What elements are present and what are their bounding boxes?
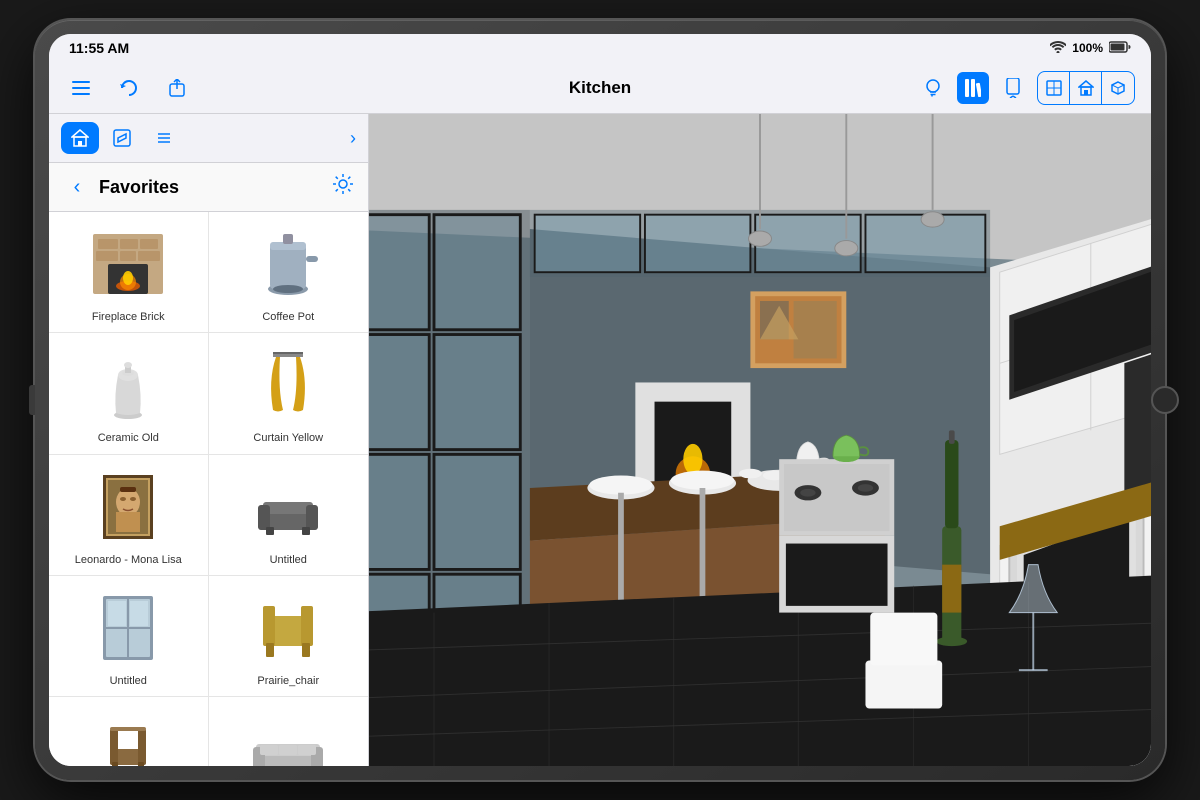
- battery-icon: [1109, 41, 1131, 56]
- undo-button[interactable]: [113, 72, 145, 104]
- menu-button[interactable]: [65, 72, 97, 104]
- tab-draw[interactable]: [103, 122, 141, 154]
- list-item[interactable]: Sofa3x_amazing: [209, 697, 369, 766]
- item-label: Coffee Pot: [262, 310, 314, 324]
- share-button[interactable]: [161, 72, 193, 104]
- toolbar: Kitchen: [49, 62, 1151, 114]
- tab-list[interactable]: [145, 122, 183, 154]
- list-item[interactable]: Prairie_chair: [209, 576, 369, 697]
- battery-percentage: 100%: [1072, 41, 1103, 55]
- wifi-icon: [1050, 41, 1066, 56]
- toolbar-left: [65, 72, 193, 104]
- item-thumbnail-curtain: [248, 345, 328, 425]
- item-thumbnail-monalisa: [88, 467, 168, 547]
- item-thumbnail-ceramic: [88, 345, 168, 425]
- light-bulb-button[interactable]: [917, 72, 949, 104]
- home-view-button[interactable]: [1070, 72, 1102, 104]
- back-button[interactable]: ‹: [63, 173, 91, 201]
- view-toggle-group: [1037, 71, 1135, 105]
- settings-icon[interactable]: [332, 173, 354, 201]
- item-thumbnail-fireplace: [88, 224, 168, 304]
- tablet-screen: 11:55 AM 100%: [49, 34, 1151, 766]
- list-item[interactable]: Chair_002: [49, 697, 209, 766]
- item-thumbnail-prairie-chair: [248, 588, 328, 668]
- item-label: Untitled: [110, 674, 147, 688]
- item-thumbnail-sofa3x: [248, 709, 328, 766]
- list-item[interactable]: Fireplace Brick: [49, 212, 209, 333]
- sidebar: › ‹ Favorites: [49, 114, 369, 766]
- sidebar-tabs: ›: [49, 114, 368, 163]
- item-thumbnail-sofa: [248, 467, 328, 547]
- item-label: Prairie_chair: [257, 674, 319, 688]
- side-button[interactable]: [29, 385, 35, 415]
- list-item[interactable]: Coffee Pot: [209, 212, 369, 333]
- status-time: 11:55 AM: [69, 40, 129, 56]
- sidebar-header: ‹ Favorites: [49, 163, 368, 212]
- sidebar-title: Favorites: [99, 177, 332, 198]
- list-item[interactable]: Ceramic Old: [49, 333, 209, 454]
- status-icons: 100%: [1050, 41, 1131, 56]
- list-item[interactable]: Curtain Yellow: [209, 333, 369, 454]
- item-label: Ceramic Old: [98, 431, 159, 445]
- library-button[interactable]: [957, 72, 989, 104]
- toolbar-title: Kitchen: [569, 78, 631, 98]
- list-item[interactable]: Untitled: [209, 455, 369, 576]
- toolbar-right: [917, 71, 1135, 105]
- item-label: Curtain Yellow: [253, 431, 323, 445]
- item-thumbnail-coffeepot: [248, 224, 328, 304]
- list-item[interactable]: Leonardo - Mona Lisa: [49, 455, 209, 576]
- items-grid: Fireplace Brick: [49, 212, 368, 766]
- info-button[interactable]: [997, 72, 1029, 104]
- list-item[interactable]: Untitled: [49, 576, 209, 697]
- status-bar: 11:55 AM 100%: [49, 34, 1151, 62]
- tab-home[interactable]: [61, 122, 99, 154]
- item-thumbnail-window: [88, 588, 168, 668]
- more-tabs-button[interactable]: ›: [350, 128, 356, 149]
- item-thumbnail-chair002: [88, 709, 168, 766]
- 3d-view-button[interactable]: [1102, 72, 1134, 104]
- item-label: Fireplace Brick: [92, 310, 165, 324]
- main-content: › ‹ Favorites: [49, 114, 1151, 766]
- floor-plan-button[interactable]: [1038, 72, 1070, 104]
- item-label: Untitled: [270, 553, 307, 567]
- item-label: Leonardo - Mona Lisa: [75, 553, 182, 567]
- tablet-device: 11:55 AM 100%: [35, 20, 1165, 780]
- home-button[interactable]: [1151, 386, 1179, 414]
- 3d-view[interactable]: [369, 114, 1151, 766]
